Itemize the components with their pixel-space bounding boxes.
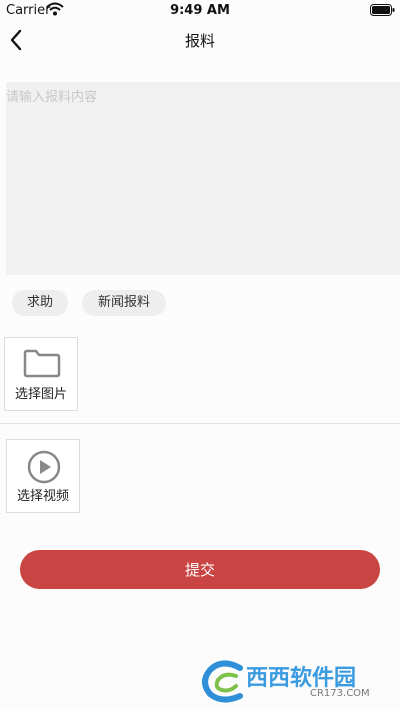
watermark-url: CR173.COM <box>310 688 370 699</box>
battery-icon <box>370 4 395 16</box>
category-chip-help[interactable]: 求助 <box>12 290 68 316</box>
clock: 9:49 AM <box>170 3 230 18</box>
watermark: 西西软件园 CR173.COM <box>200 660 396 704</box>
page-title: 报料 <box>184 32 215 50</box>
submit-button[interactable]: 提交 <box>20 550 380 589</box>
select-image-button[interactable]: 选择图片 <box>4 337 78 411</box>
section-divider <box>0 423 400 424</box>
navigation-bar: 报料 <box>0 22 400 58</box>
play-circle-icon <box>27 450 61 484</box>
folder-icon <box>23 349 61 378</box>
watermark-logo <box>202 660 243 703</box>
report-content-input[interactable] <box>6 82 400 275</box>
select-video-label: 选择视频 <box>16 489 69 504</box>
select-video-button[interactable]: 选择视频 <box>6 439 80 513</box>
category-chip-news[interactable]: 新闻报料 <box>82 290 166 316</box>
status-bar: Carrier 9:49 AM <box>0 0 400 22</box>
select-image-label: 选择图片 <box>14 387 67 402</box>
